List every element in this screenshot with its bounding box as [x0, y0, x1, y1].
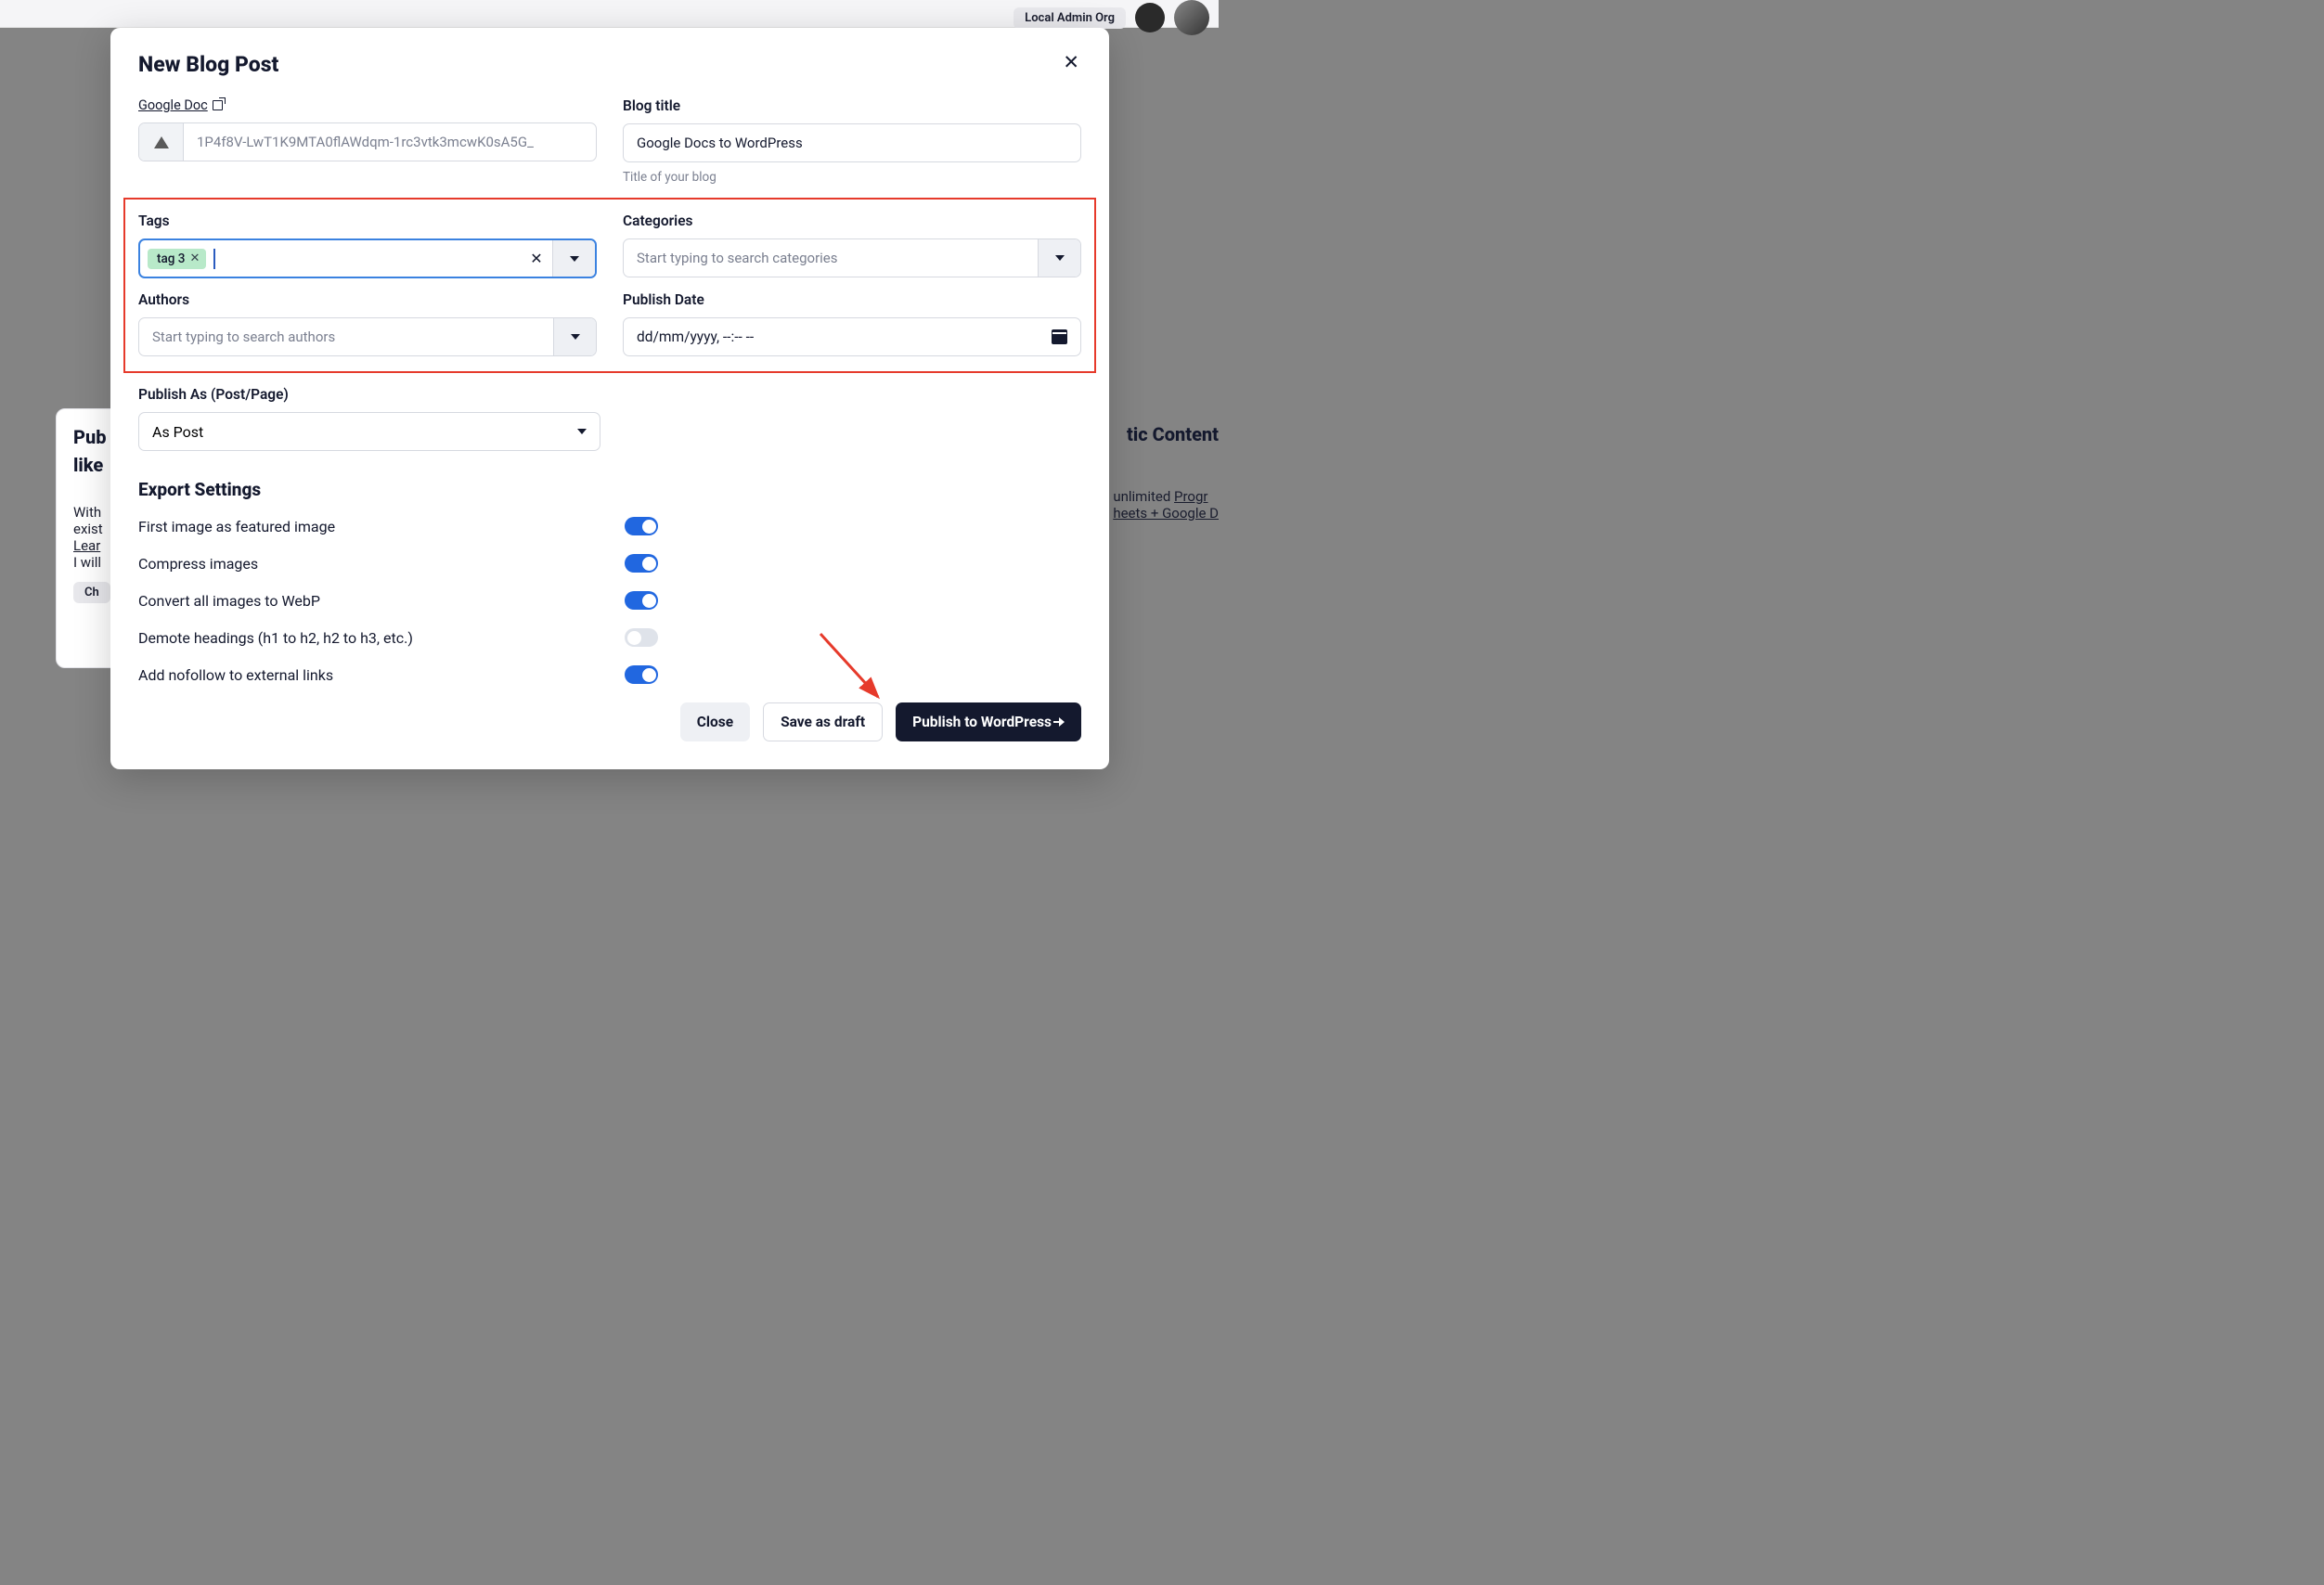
- chevron-down-icon: [570, 256, 579, 262]
- categories-dropdown-button[interactable]: [1038, 239, 1080, 277]
- chevron-down-icon: [571, 334, 580, 340]
- toggle-label-featured: First image as featured image: [138, 518, 625, 535]
- google-doc-input-group: [138, 122, 597, 161]
- toggle-label-compress: Compress images: [138, 555, 625, 573]
- toggle-label-nofollow: Add nofollow to external links: [138, 666, 625, 684]
- highlight-box: Tags tag 3 ✕ ✕ Categories: [123, 198, 1096, 373]
- categories-label: Categories: [623, 213, 1081, 229]
- avatar: [1174, 0, 1209, 35]
- tag-chip: tag 3 ✕: [148, 249, 206, 269]
- tags-dropdown-button[interactable]: [552, 240, 595, 277]
- new-blog-post-modal: New Blog Post ✕ Google Doc Blog title Ti…: [110, 28, 1109, 769]
- close-button[interactable]: Close: [680, 702, 750, 741]
- publish-as-value: As Post: [152, 423, 203, 441]
- publish-as-select[interactable]: As Post: [138, 412, 600, 451]
- toggle-nofollow[interactable]: [625, 665, 658, 684]
- arrow-right-icon: [1059, 717, 1065, 727]
- authors-dropdown-button[interactable]: [553, 318, 596, 355]
- bg-settings-circle: [1135, 3, 1165, 32]
- blog-title-input[interactable]: [624, 124, 1080, 161]
- external-link-icon: [213, 100, 223, 110]
- calendar-icon[interactable]: [1052, 329, 1067, 344]
- chevron-down-icon: [1055, 255, 1065, 261]
- google-doc-link[interactable]: Google Doc: [138, 97, 597, 113]
- tags-combobox[interactable]: tag 3 ✕ ✕: [138, 238, 597, 278]
- bg-right-title: tic Content: [1127, 423, 1219, 445]
- bg-header: Local Admin Org: [0, 0, 1219, 28]
- tags-clear-icon[interactable]: ✕: [521, 240, 552, 277]
- publish-as-label: Publish As (Post/Page): [138, 386, 1081, 403]
- save-draft-button[interactable]: Save as draft: [763, 702, 883, 741]
- publish-date-value: dd/mm/yyyy, --:-- --: [637, 329, 754, 345]
- toggle-demote-headings[interactable]: [625, 628, 658, 647]
- drive-icon: [139, 123, 184, 161]
- publish-button[interactable]: Publish to WordPress: [896, 702, 1081, 741]
- publish-date-label: Publish Date: [623, 291, 1081, 308]
- toggle-compress-images[interactable]: [625, 554, 658, 573]
- publish-date-input[interactable]: dd/mm/yyyy, --:-- --: [623, 317, 1081, 356]
- modal-title: New Blog Post: [138, 52, 278, 77]
- toggle-label-demote: Demote headings (h1 to h2, h2 to h3, etc…: [138, 629, 625, 647]
- google-doc-id-input[interactable]: [184, 123, 596, 161]
- authors-combobox[interactable]: Start typing to search authors: [138, 317, 597, 356]
- categories-combobox[interactable]: Start typing to search categories: [623, 238, 1081, 277]
- tags-label: Tags: [138, 213, 597, 229]
- text-cursor: [213, 249, 215, 269]
- authors-placeholder: Start typing to search authors: [147, 329, 335, 345]
- org-pill: Local Admin Org: [1014, 7, 1126, 29]
- toggle-featured-image[interactable]: [625, 517, 658, 535]
- categories-placeholder: Start typing to search categories: [631, 250, 838, 266]
- toggle-label-webp: Convert all images to WebP: [138, 592, 625, 610]
- chevron-down-icon: [577, 429, 587, 434]
- close-icon[interactable]: ✕: [1061, 52, 1081, 75]
- bg-right-lines: unlimited Progr heets + Google D: [1113, 488, 1219, 522]
- blog-title-label: Blog title: [623, 97, 1081, 114]
- blog-title-help: Title of your blog: [623, 170, 1081, 185]
- toggle-webp[interactable]: [625, 591, 658, 610]
- authors-label: Authors: [138, 291, 597, 308]
- tag-remove-icon[interactable]: ✕: [189, 251, 200, 265]
- export-settings-title: Export Settings: [138, 479, 1081, 500]
